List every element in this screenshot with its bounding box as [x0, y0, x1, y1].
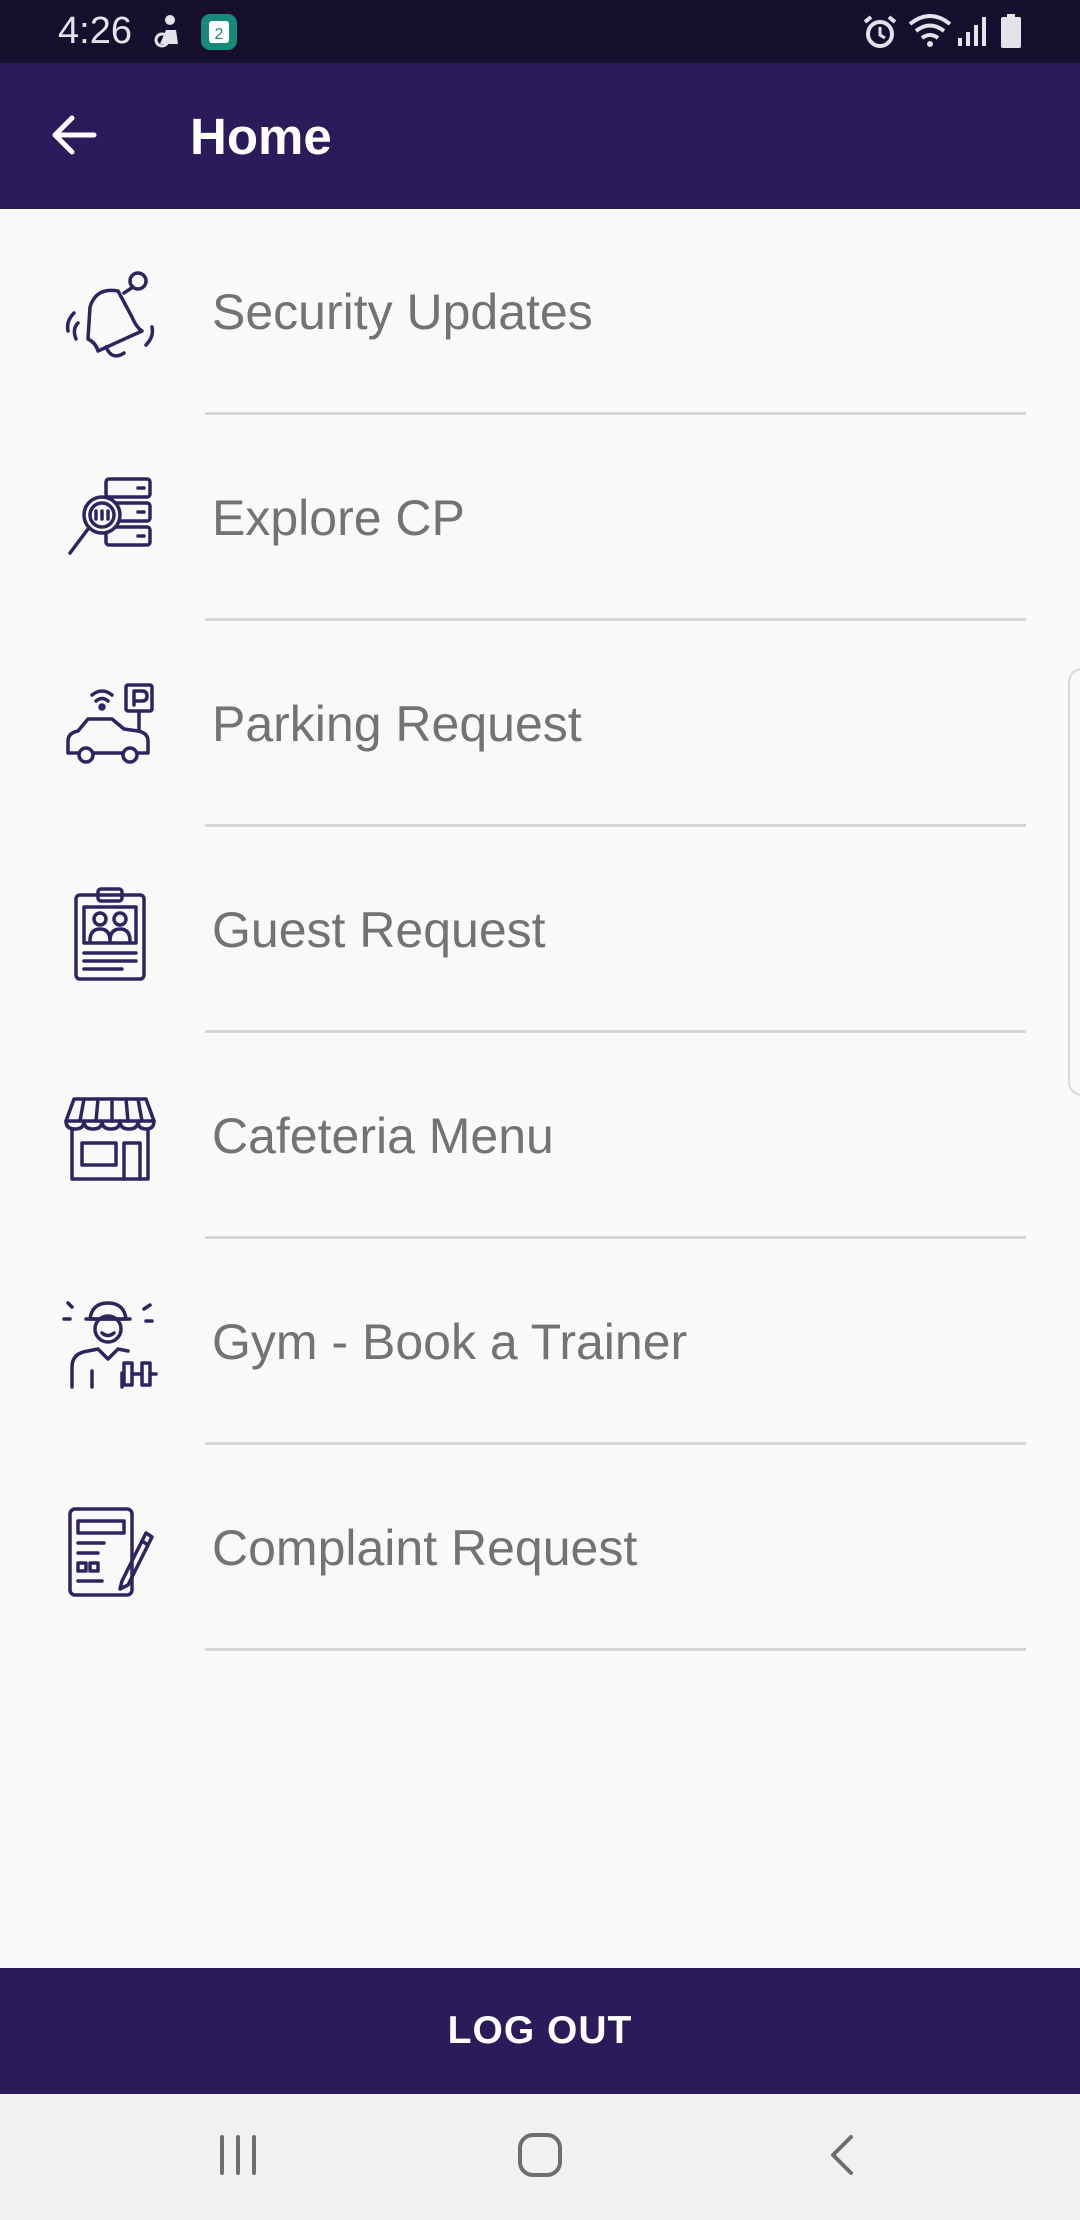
menu-item-label: Complaint Request — [212, 1520, 638, 1576]
recent-apps-button[interactable] — [198, 2124, 278, 2190]
signal-icon — [956, 14, 990, 53]
menu-item-complaint-request[interactable]: Complaint Request — [0, 1445, 1080, 1651]
arrow-left-icon — [50, 113, 98, 162]
menu-item-label: Guest Request — [212, 902, 546, 958]
menu-item-security-updates[interactable]: Security Updates — [0, 209, 1080, 415]
guest-badge-icon — [62, 885, 158, 981]
menu-item-label: Gym - Book a Trainer — [212, 1314, 688, 1370]
car-parking-icon — [62, 679, 158, 775]
status-time: 4:26 — [58, 10, 132, 52]
page-title: Home — [190, 108, 332, 165]
menu-item-cafeteria-menu[interactable]: Cafeteria Menu — [0, 1033, 1080, 1239]
back-icon — [827, 2133, 857, 2182]
system-nav-bar — [0, 2094, 1080, 2220]
calendar-badge-icon: 2 — [200, 13, 238, 56]
menu-item-label: Security Updates — [212, 284, 593, 340]
logout-button[interactable]: LOG OUT — [0, 1968, 1080, 2094]
menu-item-label: Explore CP — [212, 490, 465, 546]
menu-item-parking-request[interactable]: Parking Request — [0, 621, 1080, 827]
clipboard-pen-icon — [62, 1503, 158, 1599]
logout-label: LOG OUT — [447, 2009, 633, 2052]
menu-item-label: Cafeteria Menu — [212, 1108, 554, 1164]
trainer-icon — [62, 1297, 158, 1393]
status-bar: 4:26 2 — [0, 0, 1080, 63]
calendar-badge-number: 2 — [215, 26, 224, 43]
menu-item-label: Parking Request — [212, 696, 582, 752]
alarm-icon — [862, 14, 898, 55]
home-icon — [517, 2132, 563, 2183]
home-button[interactable] — [500, 2124, 580, 2190]
menu-item-guest-request[interactable]: Guest Request — [0, 827, 1080, 1033]
server-search-icon — [62, 473, 158, 569]
recent-apps-icon — [216, 2134, 260, 2180]
app-bar: Home — [0, 63, 1080, 209]
wifi-icon — [908, 14, 952, 53]
menu-item-explore-cp[interactable]: Explore CP — [0, 415, 1080, 621]
back-button[interactable] — [32, 95, 116, 179]
bell-icon — [62, 267, 158, 363]
accessibility-icon — [152, 14, 184, 53]
edge-panel-handle[interactable] — [1068, 668, 1080, 1096]
menu-list: Security Updates Explore CP Parking Requ… — [0, 209, 1080, 1651]
storefront-icon — [62, 1091, 158, 1187]
divider — [205, 1648, 1026, 1651]
menu-item-gym-book-trainer[interactable]: Gym - Book a Trainer — [0, 1239, 1080, 1445]
battery-icon — [1000, 14, 1022, 53]
nav-back-button[interactable] — [802, 2124, 882, 2190]
